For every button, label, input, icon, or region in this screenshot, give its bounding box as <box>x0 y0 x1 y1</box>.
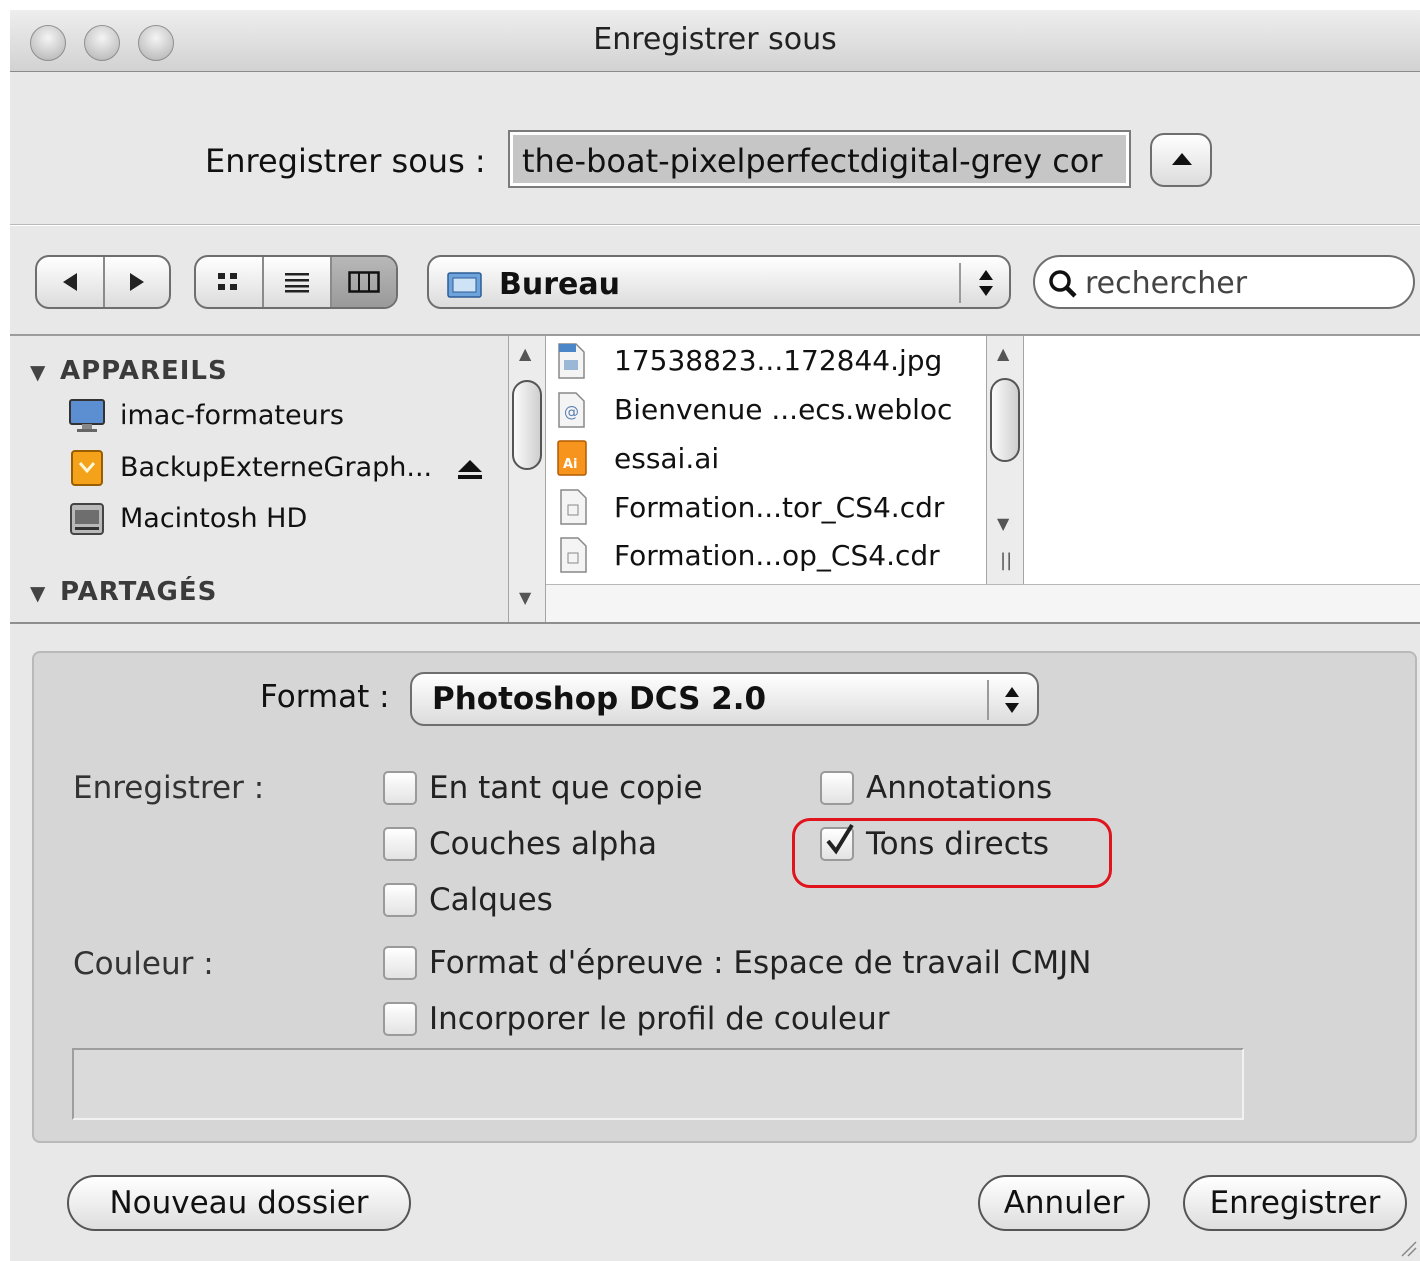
filename-input[interactable]: the-boat-pixelperfectdigital-grey cor <box>508 130 1131 188</box>
alpha-channels-label[interactable]: Couches alpha <box>429 826 657 862</box>
color-options-label: Couleur : <box>73 946 214 982</box>
embed-profile-checkbox[interactable] <box>383 1002 417 1036</box>
divider <box>10 224 1420 226</box>
forward-button[interactable] <box>105 257 169 307</box>
up-down-arrows-icon <box>979 270 993 296</box>
back-button[interactable] <box>37 257 103 307</box>
save-options-label: Enregistrer : <box>73 770 265 806</box>
file-item[interactable]: Formation...tor_CS4.cdr <box>614 491 944 524</box>
proof-setup-checkbox[interactable] <box>383 946 417 980</box>
as-copy-label[interactable]: En tant que copie <box>429 770 703 806</box>
save-as-label: Enregistrer sous : <box>205 142 486 180</box>
proof-setup-label[interactable]: Format d'épreuve : Espace de travail CMJ… <box>429 945 1091 981</box>
disclosure-triangle-icon[interactable]: ▼ <box>30 581 45 605</box>
resize-grip-icon[interactable] <box>1398 1238 1418 1258</box>
scroll-thumb[interactable] <box>512 380 542 470</box>
column-view-icon <box>348 271 380 293</box>
location-label: Bureau <box>499 267 620 302</box>
search-icon <box>1049 270 1077 298</box>
column-resize-handle[interactable]: || <box>1000 550 1012 571</box>
format-select[interactable]: Photoshop DCS 2.0 <box>410 672 1039 726</box>
location-popup[interactable]: Bureau <box>427 255 1011 309</box>
eject-icon[interactable] <box>456 458 484 482</box>
sidebar-item-macintosh-hd[interactable]: Macintosh HD <box>120 503 307 534</box>
column-view-button[interactable] <box>332 257 396 307</box>
sidebar-section-devices: APPAREILS <box>60 356 228 386</box>
highlight-annotation <box>792 818 1112 888</box>
alpha-channels-checkbox[interactable] <box>383 827 417 861</box>
sidebar: ▼ APPAREILS imac-formateurs BackupExtern… <box>10 336 508 623</box>
scroll-thumb[interactable] <box>990 378 1020 462</box>
disclosure-triangle-icon[interactable]: ▼ <box>30 360 45 384</box>
imac-icon <box>69 399 105 432</box>
file-item[interactable]: 17538823...172844.jpg <box>614 344 942 377</box>
file-column-scrollbar[interactable]: ▲ ▼ || <box>986 336 1024 584</box>
horizontal-scrollbar[interactable] <box>546 584 1420 622</box>
forward-arrow-icon <box>130 273 144 291</box>
file-item[interactable]: Bienvenue ...ecs.webloc <box>614 393 952 426</box>
sidebar-item-backup[interactable]: BackupExterneGraph... <box>120 452 432 483</box>
file-item[interactable]: Formation...op_CS4.cdr <box>614 539 940 572</box>
sidebar-section-shared: PARTAGÉS <box>60 577 218 607</box>
sidebar-item-imac-formateurs[interactable]: imac-formateurs <box>120 400 344 431</box>
document-icon <box>560 489 587 525</box>
layers-label[interactable]: Calques <box>429 882 553 918</box>
svg-text:@: @ <box>564 403 579 421</box>
scroll-down-arrow-icon[interactable]: ▼ <box>997 514 1009 533</box>
scroll-up-arrow-icon[interactable]: ▲ <box>997 344 1009 363</box>
search-placeholder: rechercher <box>1085 266 1248 301</box>
jpeg-file-icon <box>558 343 585 379</box>
warning-message-box <box>72 1048 1244 1120</box>
triangle-up-icon <box>1172 153 1192 165</box>
new-folder-button[interactable]: Nouveau dossier <box>67 1175 411 1231</box>
svg-text:Ai: Ai <box>563 457 578 472</box>
window-title: Enregistrer sous <box>593 22 837 57</box>
illustrator-file-icon: Ai <box>557 440 587 476</box>
scroll-down-arrow-icon[interactable]: ▼ <box>519 588 531 607</box>
popup-divider <box>959 263 961 303</box>
external-drive-icon <box>71 450 103 486</box>
desktop-folder-icon <box>447 272 482 298</box>
save-button[interactable]: Enregistrer <box>1183 1175 1407 1231</box>
back-arrow-icon <box>63 273 77 291</box>
file-item[interactable]: essai.ai <box>614 442 719 475</box>
format-value: Photoshop DCS 2.0 <box>432 681 767 717</box>
embed-profile-label[interactable]: Incorporer le profil de couleur <box>429 1001 890 1037</box>
scroll-up-arrow-icon[interactable]: ▲ <box>519 344 531 363</box>
list-view-icon <box>285 273 309 293</box>
annotations-label[interactable]: Annotations <box>866 770 1052 806</box>
file-column: 17538823...172844.jpg @ Bienvenue ...ecs… <box>546 336 986 584</box>
hard-drive-icon <box>70 503 104 535</box>
view-mode-control <box>194 255 398 309</box>
layers-checkbox[interactable] <box>383 883 417 917</box>
annotations-checkbox[interactable] <box>820 771 854 805</box>
icon-view-button[interactable] <box>196 257 262 307</box>
cancel-button[interactable]: Annuler <box>978 1175 1150 1231</box>
divider <box>10 622 1420 624</box>
icon-view-icon <box>218 273 237 290</box>
sidebar-scrollbar[interactable]: ▲ ▼ <box>508 336 546 623</box>
list-view-button[interactable] <box>264 257 330 307</box>
popup-divider <box>987 680 989 720</box>
empty-column <box>1024 336 1420 584</box>
search-field[interactable]: rechercher <box>1033 255 1415 309</box>
document-icon <box>560 537 587 573</box>
up-down-arrows-icon <box>1005 687 1019 713</box>
as-copy-checkbox[interactable] <box>383 771 417 805</box>
navigation-buttons <box>35 255 171 309</box>
expand-dialog-button[interactable] <box>1150 133 1212 187</box>
format-label: Format : <box>260 679 390 715</box>
webloc-file-icon: @ <box>558 392 585 428</box>
